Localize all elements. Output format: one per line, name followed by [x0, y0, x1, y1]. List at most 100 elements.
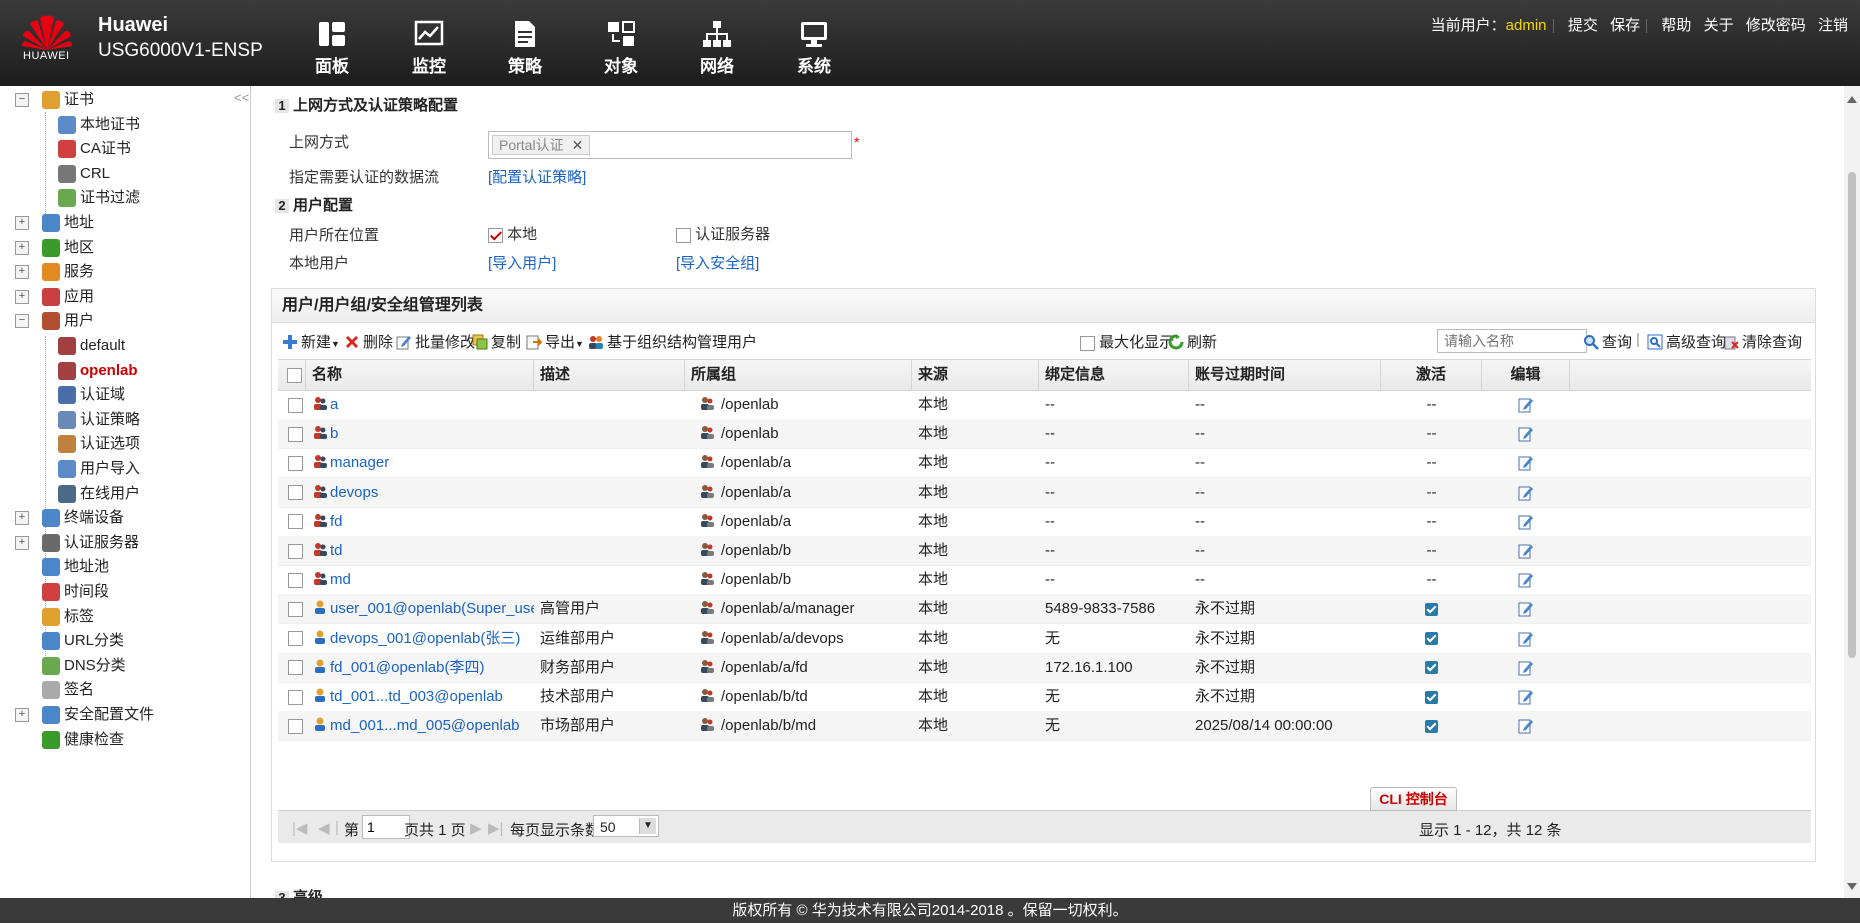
sidebar-item-21[interactable]: 标签 — [42, 605, 94, 629]
change-password-link[interactable]: 修改密码 — [1746, 17, 1806, 34]
sidebar-item-11[interactable]: openlab — [58, 359, 138, 383]
sidebar-item-4[interactable]: 证书过滤 — [58, 186, 140, 210]
row-name-link[interactable]: user_001@openlab(Super_user) — [330, 600, 534, 617]
tree-toggle-expand-icon[interactable]: + — [15, 708, 29, 722]
table-row[interactable]: devops/openlab/a 本地 -- -- -- — [278, 477, 1811, 508]
col-description[interactable]: 描述 — [534, 360, 685, 390]
nav-dashboard[interactable]: 面板 — [297, 20, 367, 77]
active-checkbox[interactable] — [1425, 661, 1438, 675]
export-button[interactable]: 导出▼ — [526, 331, 584, 352]
row-checkbox[interactable] — [288, 455, 303, 471]
row-checkbox[interactable] — [288, 572, 303, 588]
sidebar-item-18[interactable]: 认证服务器 — [42, 531, 139, 555]
select-all-checkbox[interactable] — [287, 367, 302, 383]
nav-object[interactable]: 对象 — [586, 20, 656, 77]
nav-system[interactable]: 系统 — [779, 20, 849, 77]
table-row[interactable]: devops_001@openlab(张三) 运维部用户/openlab/a/de… — [278, 624, 1811, 654]
col-name[interactable]: 名称 — [306, 360, 534, 390]
row-name-link[interactable]: b — [330, 425, 338, 442]
row-name-link[interactable]: td — [330, 542, 343, 559]
local-checkbox[interactable] — [488, 227, 503, 243]
sidebar-item-17[interactable]: 终端设备 — [42, 506, 124, 530]
clear-query-button[interactable]: 清除查询 — [1723, 331, 1802, 352]
active-checkbox[interactable] — [1425, 690, 1438, 704]
row-name-link[interactable]: manager — [330, 454, 389, 471]
row-name-link[interactable]: devops — [330, 484, 378, 501]
location-local-option[interactable]: 本地 — [488, 223, 537, 244]
scroll-thumb[interactable] — [1848, 172, 1856, 658]
edit-icon[interactable] — [1518, 689, 1534, 705]
edit-icon[interactable] — [1518, 601, 1534, 617]
table-row[interactable]: md/openlab/b 本地 -- -- -- — [278, 565, 1811, 596]
sidebar-item-16[interactable]: 在线用户 — [58, 482, 140, 506]
row-checkbox[interactable] — [288, 689, 303, 705]
maximize-toggle[interactable]: 最大化显示 — [1080, 331, 1174, 352]
nav-network[interactable]: 网络 — [682, 20, 752, 77]
prev-page-icon[interactable]: ◀ — [318, 819, 330, 837]
sidebar-item-6[interactable]: 地区 — [42, 236, 94, 260]
cli-console-button[interactable]: CLI 控制台 — [1370, 787, 1457, 811]
logout-link[interactable]: 注销 — [1818, 17, 1848, 34]
edit-icon[interactable] — [1518, 631, 1534, 647]
active-checkbox[interactable] — [1425, 632, 1438, 646]
sidebar-item-3[interactable]: CRL — [58, 162, 110, 186]
search-input[interactable] — [1437, 329, 1587, 353]
delete-button[interactable]: 删除 — [344, 331, 393, 352]
table-row[interactable]: md_001...md_005@openlab 市场部用户/openlab/b/m… — [278, 711, 1811, 742]
table-row[interactable]: fd_001@openlab(李四) 财务部用户/openlab/a/fd 本地 17… — [278, 652, 1811, 683]
col-group[interactable]: 所属组 — [685, 360, 912, 390]
edit-icon[interactable] — [1518, 455, 1534, 471]
table-row[interactable]: b/openlab 本地 -- -- -- — [278, 419, 1811, 450]
edit-icon[interactable] — [1518, 485, 1534, 501]
next-page-icon[interactable]: ▶ — [470, 819, 482, 837]
tree-toggle-expand-icon[interactable]: + — [15, 265, 29, 280]
advanced-query-button[interactable]: 高级查询 — [1647, 331, 1726, 352]
row-checkbox[interactable] — [288, 426, 303, 442]
sidebar-item-0[interactable]: 证书 — [42, 88, 94, 112]
col-source[interactable]: 来源 — [912, 360, 1039, 390]
row-checkbox[interactable] — [288, 485, 303, 501]
sidebar-item-26[interactable]: 健康检查 — [42, 728, 124, 752]
nav-policy[interactable]: 策略 — [490, 20, 560, 77]
row-name-link[interactable]: td_001...td_003@openlab — [330, 688, 503, 705]
table-row[interactable]: fd/openlab/a 本地 -- -- -- — [278, 507, 1811, 537]
sidebar-item-25[interactable]: 安全配置文件 — [42, 703, 154, 727]
section-3-title[interactable]: 3 高级 — [275, 886, 323, 898]
edit-icon[interactable] — [1518, 543, 1534, 559]
edit-icon[interactable] — [1518, 397, 1534, 413]
edit-icon[interactable] — [1518, 718, 1534, 734]
sidebar-item-5[interactable]: 地址 — [42, 211, 94, 235]
maximize-checkbox[interactable] — [1080, 335, 1095, 351]
table-row[interactable]: a/openlab 本地 -- -- -- — [278, 390, 1811, 420]
sidebar-item-12[interactable]: 认证域 — [58, 383, 125, 407]
edit-icon[interactable] — [1518, 660, 1534, 676]
sidebar-item-20[interactable]: 时间段 — [42, 580, 109, 604]
refresh-button[interactable]: 刷新 — [1168, 331, 1217, 352]
new-button[interactable]: 新建▼ — [282, 331, 340, 352]
import-user-link[interactable]: [导入用户] — [488, 252, 556, 273]
row-name-link[interactable]: md_001...md_005@openlab — [330, 717, 520, 734]
scroll-up-icon[interactable] — [1847, 96, 1857, 103]
sidebar-item-13[interactable]: 认证策略 — [58, 408, 140, 432]
row-checkbox[interactable] — [288, 543, 303, 559]
row-name-link[interactable]: a — [330, 396, 338, 413]
vertical-scrollbar[interactable] — [1844, 86, 1860, 898]
col-expire[interactable]: 账号过期时间 — [1189, 360, 1381, 390]
col-binding[interactable]: 绑定信息 — [1039, 360, 1189, 390]
submit-link[interactable]: 提交 — [1568, 17, 1598, 34]
copy-button[interactable]: 复制 — [472, 331, 521, 352]
access-method-select[interactable]: Portal认证 ✕ — [488, 131, 852, 159]
tree-toggle-expand-icon[interactable]: + — [15, 240, 29, 255]
remove-tag-icon[interactable]: ✕ — [572, 137, 584, 153]
row-checkbox[interactable] — [288, 397, 303, 413]
row-checkbox[interactable] — [288, 660, 303, 676]
page-size-select[interactable]: 50 ▼ — [593, 815, 659, 837]
edit-icon[interactable] — [1518, 514, 1534, 530]
save-link[interactable]: 保存 — [1610, 17, 1640, 34]
sidebar-item-8[interactable]: 应用 — [42, 285, 94, 309]
active-checkbox[interactable] — [1425, 602, 1438, 616]
sidebar-item-15[interactable]: 用户导入 — [58, 457, 140, 481]
about-link[interactable]: 关于 — [1704, 17, 1734, 34]
page-number-input[interactable] — [362, 815, 410, 839]
edit-icon[interactable] — [1518, 572, 1534, 588]
